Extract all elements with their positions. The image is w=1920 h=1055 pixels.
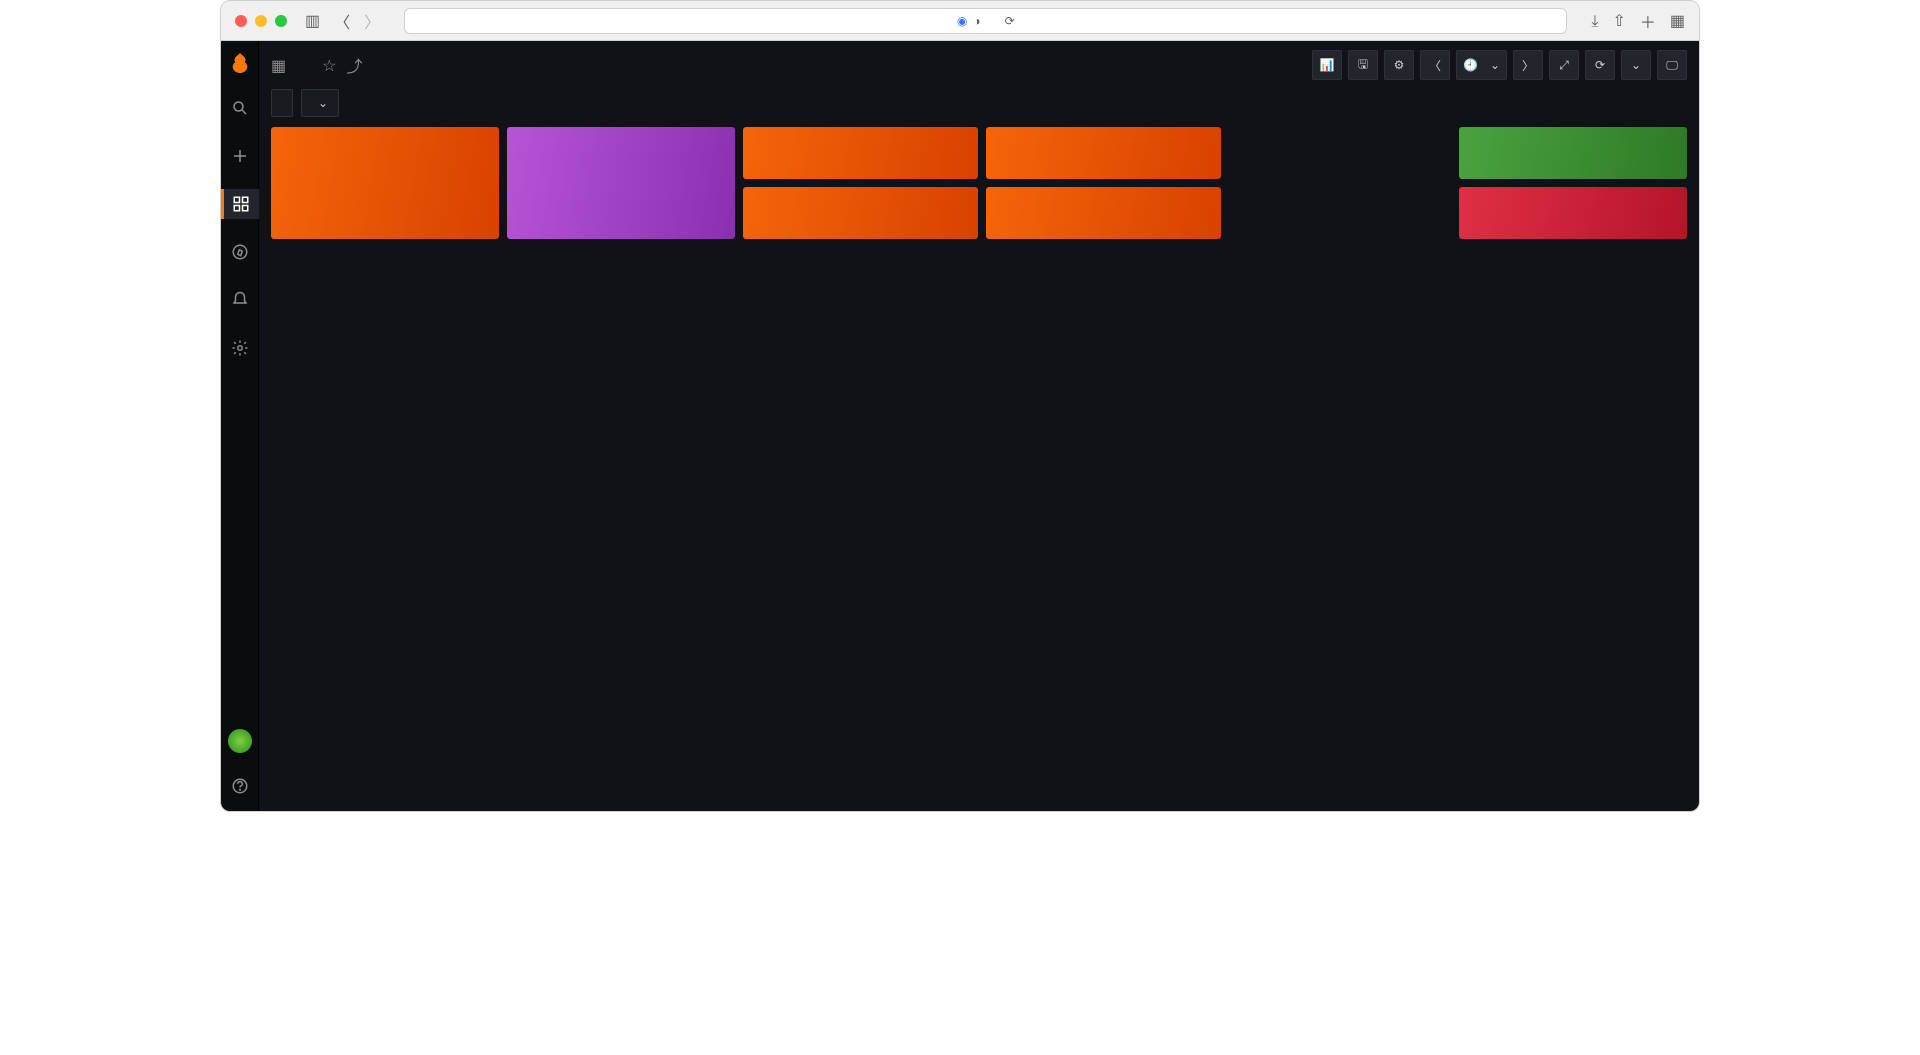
chevron-down-icon: ⌄ bbox=[318, 96, 328, 110]
share-icon[interactable]: ⇧ bbox=[1612, 11, 1625, 30]
refresh-interval-picker[interactable]: ⌄ bbox=[1621, 50, 1651, 80]
stat-max-year[interactable] bbox=[1459, 187, 1687, 239]
sidebar bbox=[221, 41, 259, 811]
mac-titlebar: ▥ 〈 〉 ◉ ◑ ⟳ ⤓ ⇧ ＋ ▦ bbox=[221, 1, 1699, 41]
bar-chart-icon: 📊 bbox=[1320, 58, 1335, 72]
zoom-out-button[interactable]: ⤢ bbox=[1549, 50, 1579, 80]
grafana-app: ▦ ☆ ⤴ 📊 🖫 ⚙ 〈 🕘 ⌄ bbox=[221, 41, 1699, 811]
new-tab-icon[interactable]: ＋ bbox=[1640, 9, 1656, 33]
timeseries-chart bbox=[271, 255, 1691, 545]
back-icon[interactable]: 〈 bbox=[334, 9, 350, 33]
stat-hour-avg[interactable] bbox=[507, 127, 735, 239]
stat-max-15[interactable] bbox=[743, 127, 978, 179]
timeseries-legend bbox=[271, 549, 1687, 555]
browser-window: ▥ 〈 〉 ◉ ◑ ⟳ ⤓ ⇧ ＋ ▦ bbox=[220, 0, 1700, 812]
user-avatar[interactable] bbox=[228, 729, 252, 753]
timeseries-panel[interactable] bbox=[259, 239, 1699, 559]
add-panel-button[interactable]: 📊 bbox=[1312, 50, 1342, 80]
variable-label bbox=[271, 89, 293, 117]
clock-icon: 🕘 bbox=[1463, 58, 1478, 72]
refresh-button[interactable]: ⟳ bbox=[1585, 50, 1615, 80]
tab-overview-icon[interactable]: ▦ bbox=[1670, 11, 1685, 30]
time-forward-button[interactable]: 〉 bbox=[1513, 50, 1543, 80]
tracker-shield-icon: ◉ bbox=[957, 14, 967, 28]
stat-range-15[interactable] bbox=[986, 187, 1221, 239]
window-controls bbox=[235, 15, 287, 27]
main: ▦ ☆ ⤴ 📊 🖫 ⚙ 〈 🕘 ⌄ bbox=[259, 41, 1699, 811]
url-bar[interactable]: ◉ ◑ ⟳ bbox=[404, 8, 1567, 34]
stat-avg-15[interactable] bbox=[743, 187, 978, 239]
time-range-picker[interactable]: 🕘 ⌄ bbox=[1456, 50, 1507, 80]
browser-nav-icons: ▥ 〈 〉 bbox=[305, 9, 380, 33]
spacer bbox=[1229, 127, 1451, 179]
gear-icon: ⚙ bbox=[1394, 58, 1405, 72]
save-icon: 🖫 bbox=[1358, 55, 1368, 76]
explore-icon[interactable] bbox=[221, 237, 259, 267]
stat-min-15[interactable] bbox=[986, 127, 1221, 179]
reload-icon[interactable]: ⟳ bbox=[1005, 14, 1015, 28]
close-window-button[interactable] bbox=[235, 15, 247, 27]
variable-dropdown[interactable]: ⌄ bbox=[301, 89, 339, 117]
share-dashboard-icon[interactable]: ⤴ bbox=[346, 53, 362, 77]
sidebar-icon[interactable]: ▥ bbox=[305, 11, 320, 30]
configuration-icon[interactable] bbox=[221, 333, 259, 363]
alerting-icon[interactable] bbox=[221, 285, 259, 315]
template-variables: ⌄ bbox=[259, 89, 1699, 127]
star-icon[interactable]: ☆ bbox=[322, 56, 336, 75]
spacer bbox=[1229, 187, 1451, 239]
forward-icon[interactable]: 〉 bbox=[364, 9, 380, 33]
dashboards-icon[interactable] bbox=[221, 189, 259, 219]
chevron-down-icon: ⌄ bbox=[1490, 58, 1500, 72]
create-icon[interactable] bbox=[221, 141, 259, 171]
privacy-shield-icon: ◑ bbox=[973, 14, 980, 28]
time-back-button[interactable]: 〈 bbox=[1420, 50, 1450, 80]
save-dashboard-button[interactable]: 🖫 bbox=[1348, 50, 1378, 80]
stat-max-month[interactable] bbox=[1459, 127, 1687, 179]
dashboard-toolbar: ▦ ☆ ⤴ 📊 🖫 ⚙ 〈 🕘 ⌄ bbox=[259, 41, 1699, 89]
dashboard-icon: ▦ bbox=[271, 56, 286, 75]
stat-grid bbox=[259, 127, 1699, 239]
minimize-window-button[interactable] bbox=[255, 15, 267, 27]
histogram-panel[interactable] bbox=[259, 559, 1699, 753]
maximize-window-button[interactable] bbox=[275, 15, 287, 27]
tv-mode-button[interactable]: 🖵 bbox=[1657, 50, 1687, 80]
search-icon[interactable] bbox=[221, 93, 259, 123]
help-icon[interactable] bbox=[221, 771, 259, 801]
grafana-logo-icon[interactable] bbox=[228, 51, 252, 75]
histogram-chart bbox=[271, 575, 1691, 745]
dashboard-settings-button[interactable]: ⚙ bbox=[1384, 50, 1414, 80]
download-icon[interactable]: ⤓ bbox=[1591, 11, 1598, 31]
stat-prev-15[interactable] bbox=[271, 127, 499, 239]
